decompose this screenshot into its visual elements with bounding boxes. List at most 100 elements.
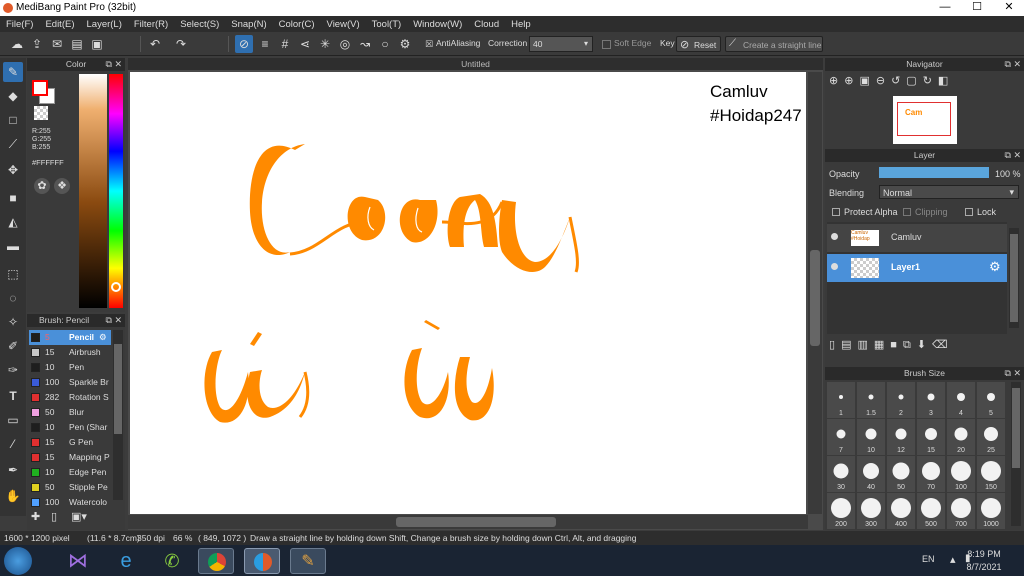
chrome-icon[interactable] (198, 548, 234, 574)
redo-icon[interactable]: ↷ (172, 35, 190, 53)
merge-down-icon[interactable]: ⬇ (917, 339, 932, 351)
brush-size-option[interactable]: 50 (887, 456, 915, 492)
brush-size-option[interactable]: 30 (827, 456, 855, 492)
curve-snap-icon[interactable]: ↝ (356, 35, 374, 53)
save-icon[interactable]: ▤ (68, 35, 86, 53)
canvas-vertical-scrollbar[interactable] (808, 72, 822, 514)
navigator-preview[interactable]: Cam (893, 96, 957, 144)
eye-icon[interactable] (831, 233, 838, 240)
menu-select[interactable]: Select(S) (174, 19, 225, 30)
upload-icon[interactable]: ⇪ (28, 35, 46, 53)
zoom-out-icon[interactable]: ⊖ (876, 75, 891, 87)
transparent-color-swatch[interactable] (34, 106, 48, 120)
brush-list-scrollbar[interactable] (113, 330, 123, 500)
cloud-icon[interactable]: ☁ (8, 35, 26, 53)
menu-view[interactable]: View(V) (321, 19, 366, 30)
brush-size-option[interactable]: 1 (827, 382, 855, 418)
trash-icon[interactable]: ⌫ (932, 339, 954, 351)
clock[interactable]: 8:19 PM 8/7/2021 (962, 548, 1006, 574)
ellipse-snap-icon[interactable]: ○ (376, 35, 394, 53)
rotate-right-icon[interactable]: ↻ (923, 75, 938, 87)
brush-size-option[interactable]: 12 (887, 419, 915, 455)
brush-item[interactable]: 50 Stipple Pe (29, 480, 111, 495)
menu-window[interactable]: Window(W) (407, 19, 468, 30)
brush-item[interactable]: 100 Sparkle Br (29, 375, 111, 390)
text-tool-icon[interactable]: T (3, 386, 23, 406)
brush-size-option[interactable]: 10 (857, 419, 885, 455)
brush-item[interactable]: 100 Watercolo (29, 495, 111, 510)
brush-item[interactable]: 10 Edge Pen (29, 465, 111, 480)
visual-studio-icon[interactable]: ⋈ (60, 548, 96, 574)
foreground-color-swatch[interactable] (32, 80, 48, 96)
brush-size-option[interactable]: 20 (947, 419, 975, 455)
add-layer-menu-icon[interactable]: ▦ (874, 339, 890, 351)
soft-edge-checkbox[interactable] (602, 40, 611, 49)
app-icon[interactable]: ✆ (154, 548, 190, 574)
scrollbar-thumb[interactable] (396, 517, 556, 527)
brush-size-option[interactable]: 40 (857, 456, 885, 492)
brush-size-option[interactable]: 7 (827, 419, 855, 455)
reset-button[interactable]: ⊘ Reset (676, 36, 721, 52)
brush-item[interactable]: 10 Pen (29, 360, 111, 375)
brush-size-option[interactable]: 70 (917, 456, 945, 492)
menu-help[interactable]: Help (505, 19, 537, 30)
bucket-tool-icon[interactable]: ◭ (3, 212, 23, 232)
brush-size-option[interactable]: 15 (917, 419, 945, 455)
brush-size-option[interactable]: 2 (887, 382, 915, 418)
actual-size-icon[interactable]: ▣ (859, 75, 875, 87)
brush-size-option[interactable]: 25 (977, 419, 1005, 455)
panel-close-icon[interactable]: ⧉ ✕ (1005, 367, 1021, 380)
palette-icon[interactable]: ❖ (54, 178, 70, 194)
start-button[interactable] (4, 547, 32, 575)
flip-icon[interactable]: ◧ (938, 75, 954, 87)
magic-wand-tool-icon[interactable]: ✧ (3, 312, 23, 332)
add-brush-icon[interactable]: ✚ (31, 510, 47, 526)
menu-file[interactable]: File(F) (0, 19, 39, 30)
new-layer-icon[interactable]: ▯ (829, 339, 841, 351)
eraser-tool-icon[interactable]: ◆ (3, 86, 23, 106)
document-icon[interactable]: ▣ (88, 35, 106, 53)
internet-explorer-icon[interactable]: e (108, 548, 144, 574)
document-tab[interactable]: Untitled (128, 58, 823, 70)
dot-tool-icon[interactable]: ⟋ (3, 134, 23, 154)
brush-item[interactable]: 10 Pen (Shar (29, 420, 111, 435)
brush-item[interactable]: 15 Airbrush (29, 345, 111, 360)
gradient-tool-icon[interactable]: ▬ (3, 236, 23, 256)
maximize-button[interactable]: ☐ (962, 0, 992, 16)
fit-window-icon[interactable]: ▢ (906, 75, 922, 87)
panel-close-icon[interactable]: ⧉ ✕ (1005, 149, 1021, 162)
duplicate-layer-icon[interactable]: ⧉ (903, 339, 917, 351)
scrollbar-thumb[interactable] (114, 344, 122, 434)
menu-layer[interactable]: Layer(L) (81, 19, 128, 30)
panel-close-icon[interactable]: ⧉ ✕ (106, 314, 122, 327)
medibang-icon[interactable] (244, 548, 280, 574)
grid-snap-icon[interactable]: # (276, 35, 294, 53)
brush-size-option[interactable]: 300 (857, 493, 885, 529)
brush-size-option[interactable]: 500 (917, 493, 945, 529)
zoom-in-icon[interactable]: ⊕ (844, 75, 859, 87)
menu-snap[interactable]: Snap(N) (225, 19, 272, 30)
brush-size-scrollbar[interactable] (1011, 382, 1021, 526)
lock-checkbox[interactable] (965, 208, 973, 216)
new-halftone-layer-icon[interactable]: ▤ (841, 339, 857, 351)
layer-row-layer1[interactable]: Layer1 ⚙ (827, 254, 1007, 282)
brush-size-option[interactable]: 150 (977, 456, 1005, 492)
zoom-fit-icon[interactable]: ⊕ (829, 75, 844, 87)
brush-item[interactable]: 5 Pencil ⚙ (29, 330, 111, 345)
color-wheel-icon[interactable]: ✿ (34, 178, 50, 194)
radial-snap-icon[interactable]: ✳ (316, 35, 334, 53)
straight-line-button[interactable]: ⟋ Create a straight line (725, 36, 823, 52)
language-indicator[interactable]: EN (922, 554, 935, 564)
layer-row-camluv[interactable]: Camluv #Hoidap Camluv (827, 224, 1007, 252)
brush-size-option[interactable]: 700 (947, 493, 975, 529)
brush-menu-icon[interactable]: ▣▾ (71, 510, 93, 526)
clipping-checkbox[interactable] (903, 208, 911, 216)
menu-color[interactable]: Color(C) (273, 19, 321, 30)
close-button[interactable]: ✕ (994, 0, 1024, 16)
select-pen-tool-icon[interactable]: ✐ (3, 336, 23, 356)
hue-slider[interactable] (109, 74, 123, 308)
new-8bit-layer-icon[interactable]: ▥ (857, 339, 873, 351)
circle-snap-icon[interactable]: ◎ (336, 35, 354, 53)
color-value-picker[interactable] (79, 74, 107, 308)
brush-size-option[interactable]: 200 (827, 493, 855, 529)
